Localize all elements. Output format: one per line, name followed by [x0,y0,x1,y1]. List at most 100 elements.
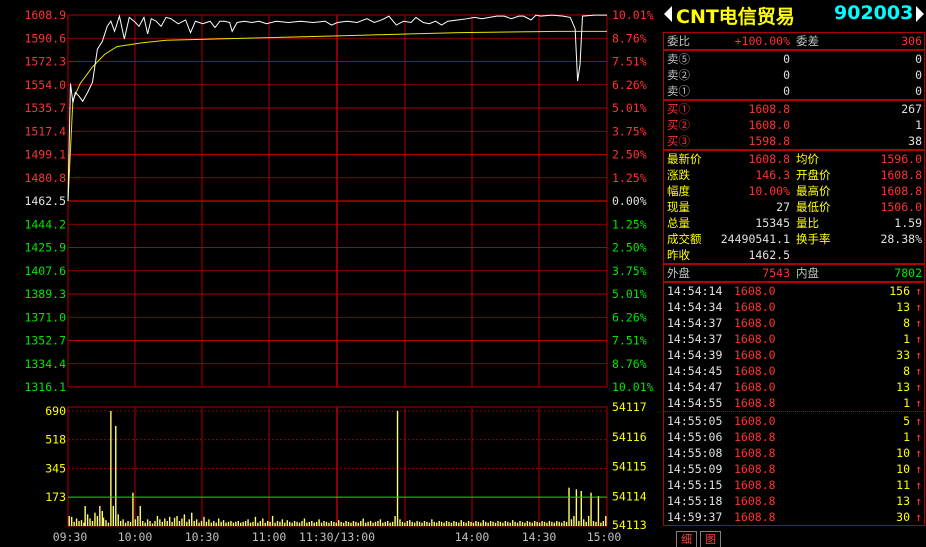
tick-row: 14:54:47 1608.0 13 ↑ [664,379,924,395]
pct-tick-label: 6.26% [612,310,647,324]
tick-time: 14:54:55 [667,396,723,410]
tick-volume: 1 [903,396,910,410]
tick-price: 1608.8 [734,446,776,460]
panel-tab[interactable]: 细 [676,531,697,547]
stat-label: 幅度 [667,184,690,198]
stock-code: 902003 [834,2,914,24]
pct-tick-label: 3.75% [612,124,647,138]
bid-price: 1598.8 [748,134,790,148]
ask-price: 0 [783,52,790,66]
bid-row: 买③ 1598.8 38 [664,133,924,149]
next-stock-arrow-icon[interactable] [916,6,924,22]
tick-up-arrow-icon: ↑ [915,510,922,524]
pct-tick-label: 10.01% [612,380,654,394]
price-tick-label: 1334.4 [24,357,66,371]
pct-tick-label: 3.75% [612,264,647,278]
intraday-chart[interactable]: 1608.9 1590.6 1572.3 1554.0 1535.7 1517.4 1499… [0,0,662,546]
price-tick-label: 1517.4 [24,124,66,138]
bid-row: 买② 1608.0 1 [664,117,924,133]
pct-tick-label: 1.25% [612,217,647,231]
tick-volume: 5 [903,414,910,428]
vol-tick-label: 518 [45,433,66,447]
bid-volume: 1 [915,118,922,132]
stat-value: 10.00% [748,184,790,198]
stat-value-2: 1596.0 [880,152,922,166]
tick-row: 14:54:14 1608.0 156 ↑ [664,283,924,299]
stat-label: 总量 [667,216,690,230]
stat-row: 现量 27 最低价 1506.0 [664,199,924,215]
tick-time: 14:54:14 [667,284,723,298]
tick-time: 14:54:45 [667,364,723,378]
price-tick-label: 1462.5 [24,194,66,208]
tick-row: 14:54:45 1608.0 8 ↑ [664,363,924,379]
pct-tick-label: 10.01% [612,8,654,22]
tick-row: 14:54:39 1608.0 33 ↑ [664,347,924,363]
ask-row: 卖② 0 0 [664,67,924,83]
tick-time: 14:55:09 [667,462,723,476]
tick-up-arrow-icon: ↑ [915,380,922,394]
inner-value: 7802 [894,266,922,280]
vol-right-tick-label: 54116 [612,430,647,444]
price-tick-label: 1371.0 [24,310,66,324]
price-tick-label: 1608.9 [24,8,66,22]
stats-section: 最新价 1608.8 均价 1596.0 涨跌 146.3 开盘价 1608.8 幅度 10.00… [663,150,925,264]
tick-up-arrow-icon: ↑ [915,478,922,492]
vol-tick-label: 345 [45,462,66,476]
tick-price: 1608.8 [734,478,776,492]
prev-stock-arrow-icon[interactable] [664,6,672,22]
tick-list[interactable]: 14:54:14 1608.0 156 ↑ 14:54:34 1608.0 13 ↑ 14:54… [663,282,925,526]
stat-value-2: 1.59 [894,216,922,230]
tick-row: 14:54:37 1608.0 8 ↑ [664,315,924,331]
pct-tick-label: 6.26% [612,78,647,92]
price-tick-label: 1389.3 [24,287,66,301]
price-tick-label: 1554.0 [24,78,66,92]
tick-time: 14:59:37 [667,510,723,524]
tick-volume: 30 [896,510,910,524]
stat-value-2: 1506.0 [880,200,922,214]
tick-row: 14:54:55 1608.8 1 ↑ [664,395,924,411]
panel-tab[interactable]: 图 [700,531,721,547]
tick-price: 1608.8 [734,510,776,524]
price-tick-label: 1444.2 [24,217,66,231]
stat-value: 27 [776,200,790,214]
time-axis-label: 14:00 [455,530,490,544]
vol-tick-label: 173 [45,490,66,504]
stat-label: 最新价 [667,152,702,166]
tick-volume: 156 [889,284,910,298]
ask-price: 0 [783,84,790,98]
vol-tick-label: 690 [45,404,66,418]
stat-label-2: 量比 [796,216,819,230]
stat-label: 现量 [667,200,690,214]
tick-price: 1608.0 [734,380,776,394]
stat-label-2: 均价 [796,152,819,166]
inner-label: 内盘 [796,266,819,280]
ask-label: 卖① [667,84,690,98]
tick-price: 1608.0 [734,332,776,346]
stat-label-2: 最高价 [796,184,831,198]
tick-time: 14:55:08 [667,446,723,460]
vol-right-tick-label: 54114 [612,489,647,503]
tick-row: 14:55:15 1608.8 11 ↑ [664,477,924,493]
weibi-row: 委比 +100.00% 委差 306 [664,33,924,49]
price-tick-label: 1480.8 [24,171,66,185]
stat-label: 成交额 [667,232,702,246]
ask-price: 0 [783,68,790,82]
stat-row: 昨收 1462.5 [664,247,924,263]
time-axis-label: 09:30 [53,530,88,544]
price-tick-label: 1535.7 [24,101,66,115]
outer-inner-row: 外盘 7543 内盘 7802 [664,265,924,281]
weibi-section: 委比 +100.00% 委差 306 [663,32,925,50]
tick-price: 1608.0 [734,414,776,428]
tick-up-arrow-icon: ↑ [915,430,922,444]
tick-price: 1608.8 [734,494,776,508]
bid-label: 买② [667,118,690,132]
tick-separator [664,411,924,412]
tick-price: 1608.8 [734,462,776,476]
pct-tick-label: 1.25% [612,171,647,185]
stat-value-2: 28.38% [880,232,922,246]
pct-tick-label: 2.50% [612,148,647,162]
tick-price: 1608.8 [734,430,776,444]
stat-value: 1462.5 [748,248,790,262]
stat-row: 成交额 24490541.1 换手率 28.38% [664,231,924,247]
stat-value: 146.3 [755,168,790,182]
